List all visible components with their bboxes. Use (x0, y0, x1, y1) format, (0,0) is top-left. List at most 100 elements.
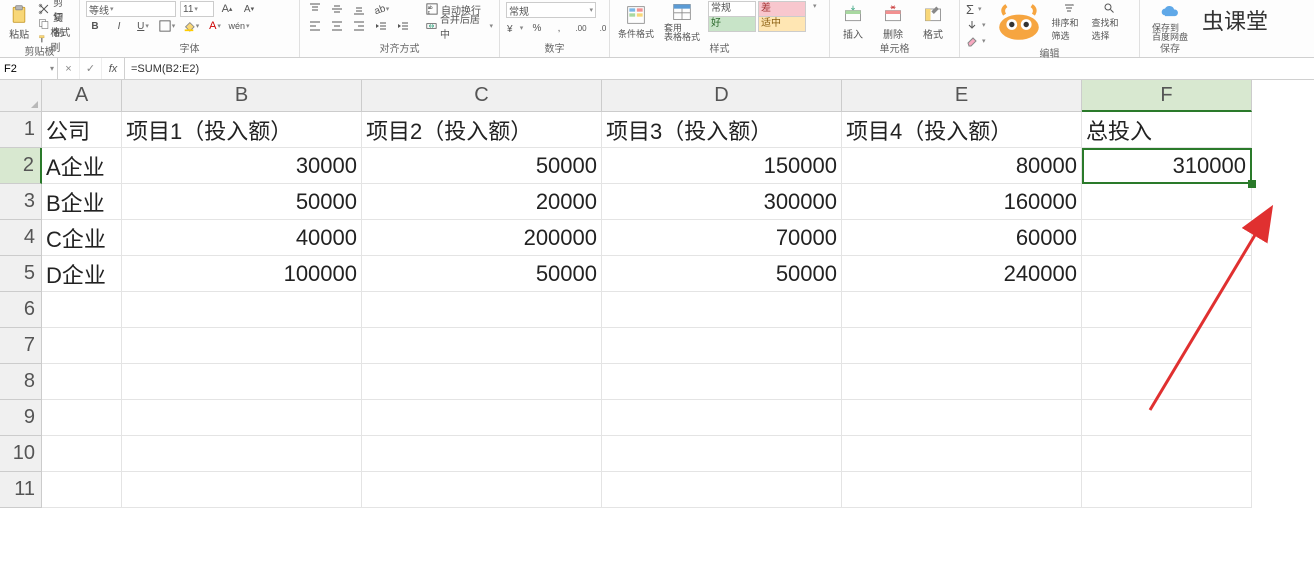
comma-format-button[interactable]: , (550, 20, 568, 36)
cell-E7[interactable] (842, 328, 1082, 364)
fill-button[interactable]: ▾ (966, 18, 986, 32)
delete-cells-button[interactable]: 删除 (876, 2, 910, 42)
cell-B3[interactable]: 50000 (122, 184, 362, 220)
cell-E3[interactable]: 160000 (842, 184, 1082, 220)
cell-C6[interactable] (362, 292, 602, 328)
cell-A6[interactable] (42, 292, 122, 328)
cell-F7[interactable] (1082, 328, 1252, 364)
cell-B8[interactable] (122, 364, 362, 400)
formula-enter-button[interactable]: ✓ (80, 58, 102, 79)
row-header-1[interactable]: 1 (0, 112, 42, 148)
format-painter-button[interactable]: 格式刷 (38, 32, 73, 46)
row-header-10[interactable]: 10 (0, 436, 42, 472)
cell-B2[interactable]: 30000 (122, 148, 362, 184)
row-header-7[interactable]: 7 (0, 328, 42, 364)
bold-button[interactable]: B (86, 18, 104, 34)
save-baidu-button[interactable]: 保存到 百度网盘 (1146, 2, 1194, 42)
cell-A7[interactable] (42, 328, 122, 364)
cell-C3[interactable]: 20000 (362, 184, 602, 220)
cell-B7[interactable] (122, 328, 362, 364)
row-header-8[interactable]: 8 (0, 364, 42, 400)
row-header-11[interactable]: 11 (0, 472, 42, 508)
select-all-corner[interactable] (0, 80, 42, 112)
row-header-9[interactable]: 9 (0, 400, 42, 436)
accounting-format-button[interactable]: ¥▾ (506, 20, 524, 36)
border-button[interactable]: ▾ (158, 18, 176, 34)
align-bottom-button[interactable] (350, 1, 368, 17)
align-right-button[interactable] (350, 18, 368, 34)
font-size-combo[interactable]: 11▾ (180, 1, 214, 17)
formula-cancel-button[interactable]: × (58, 58, 80, 79)
col-header-F[interactable]: F (1082, 80, 1252, 112)
col-header-C[interactable]: C (362, 80, 602, 112)
cell-D4[interactable]: 70000 (602, 220, 842, 256)
cell-C7[interactable] (362, 328, 602, 364)
cell-F11[interactable] (1082, 472, 1252, 508)
phonetic-button[interactable]: wén▾ (230, 18, 248, 34)
cell-D7[interactable] (602, 328, 842, 364)
cell-B5[interactable]: 100000 (122, 256, 362, 292)
cell-E5[interactable]: 240000 (842, 256, 1082, 292)
cell-F1[interactable]: 总投入 (1082, 112, 1252, 148)
orientation-button[interactable]: ab▾ (372, 1, 390, 17)
cell-D1[interactable]: 项目3（投入额） (602, 112, 842, 148)
cell-F10[interactable] (1082, 436, 1252, 472)
style-bad[interactable]: 差 (758, 1, 806, 17)
merge-center-button[interactable]: 合并后居中▾ (426, 19, 493, 33)
format-as-table-button[interactable]: 套用 表格格式 (662, 2, 702, 42)
cell-F9[interactable] (1082, 400, 1252, 436)
row-header-2[interactable]: 2 (0, 148, 42, 184)
row-header-4[interactable]: 4 (0, 220, 42, 256)
cell-B10[interactable] (122, 436, 362, 472)
cell-B9[interactable] (122, 400, 362, 436)
row-header-5[interactable]: 5 (0, 256, 42, 292)
autosum-button[interactable]: Σ▾ (966, 2, 986, 16)
cell-A8[interactable] (42, 364, 122, 400)
cell-F3[interactable] (1082, 184, 1252, 220)
font-name-combo[interactable]: 等线▾ (86, 1, 176, 17)
cell-B6[interactable] (122, 292, 362, 328)
cell-D5[interactable]: 50000 (602, 256, 842, 292)
percent-format-button[interactable]: % (528, 20, 546, 36)
insert-cells-button[interactable]: 插入 (836, 2, 870, 42)
cell-A10[interactable] (42, 436, 122, 472)
cell-E9[interactable] (842, 400, 1082, 436)
align-middle-button[interactable] (328, 1, 346, 17)
insert-function-button[interactable]: fx (102, 58, 124, 79)
cell-E10[interactable] (842, 436, 1082, 472)
cell-E8[interactable] (842, 364, 1082, 400)
italic-button[interactable]: I (110, 18, 128, 34)
cell-A4[interactable]: C企业 (42, 220, 122, 256)
cell-D11[interactable] (602, 472, 842, 508)
cell-D3[interactable]: 300000 (602, 184, 842, 220)
cell-E11[interactable] (842, 472, 1082, 508)
number-format-combo[interactable]: 常规▾ (506, 2, 596, 18)
cell-E4[interactable]: 60000 (842, 220, 1082, 256)
increase-decimal-button[interactable]: .00 (572, 20, 590, 36)
align-left-button[interactable] (306, 18, 324, 34)
cell-C9[interactable] (362, 400, 602, 436)
formula-input[interactable]: =SUM(B2:E2) (125, 58, 1314, 79)
cell-A11[interactable] (42, 472, 122, 508)
conditional-format-button[interactable]: 条件格式 (616, 2, 656, 42)
row-header-3[interactable]: 3 (0, 184, 42, 220)
cell-D9[interactable] (602, 400, 842, 436)
cell-A9[interactable] (42, 400, 122, 436)
decrease-indent-button[interactable] (372, 18, 390, 34)
cell-C11[interactable] (362, 472, 602, 508)
cell-D10[interactable] (602, 436, 842, 472)
cell-F8[interactable] (1082, 364, 1252, 400)
sort-filter-button[interactable]: 排序和筛选 (1052, 2, 1086, 42)
cell-A2[interactable]: A企业 (42, 148, 122, 184)
underline-button[interactable]: U▾ (134, 18, 152, 34)
col-header-B[interactable]: B (122, 80, 362, 112)
cell-D6[interactable] (602, 292, 842, 328)
cell-C8[interactable] (362, 364, 602, 400)
cell-C4[interactable]: 200000 (362, 220, 602, 256)
align-center-button[interactable] (328, 18, 346, 34)
decrease-font-button[interactable]: A▾ (240, 1, 258, 17)
cell-F5[interactable] (1082, 256, 1252, 292)
increase-font-button[interactable]: A▴ (218, 1, 236, 17)
row-header-6[interactable]: 6 (0, 292, 42, 328)
cell-F6[interactable] (1082, 292, 1252, 328)
